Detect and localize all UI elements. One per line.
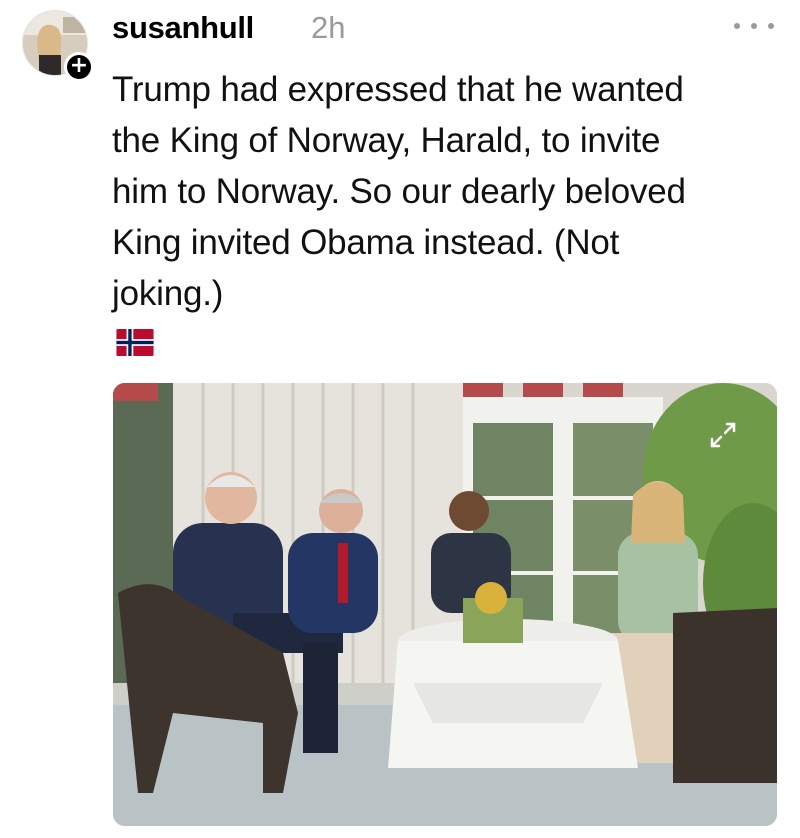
post-text: Trump had expressed that he wanted the K… [112, 70, 686, 313]
avatar-container[interactable]: + [22, 10, 94, 82]
timestamp: 2h [311, 10, 346, 45]
follow-button[interactable]: + [64, 52, 94, 82]
dot-icon [734, 23, 740, 29]
dot-icon [768, 23, 774, 29]
photo-scene [113, 383, 777, 826]
plus-icon: + [69, 53, 89, 78]
norway-flag-icon [116, 329, 154, 356]
dot-icon [751, 23, 757, 29]
username[interactable]: susanhull [112, 10, 254, 46]
expand-icon[interactable] [709, 421, 737, 449]
more-options-button[interactable] [734, 14, 774, 38]
post-photo[interactable] [113, 383, 777, 826]
